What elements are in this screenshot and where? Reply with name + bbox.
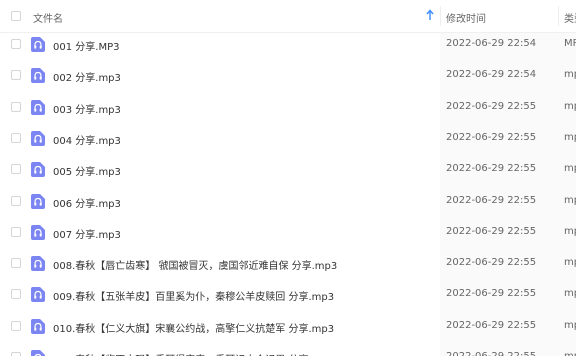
file-modified-time: 2022-06-29 22:55 [446,225,537,237]
sort-arrow-up-icon[interactable] [426,8,434,22]
file-name[interactable]: 010.春秋【仁义大旗】宋襄公约战，高擎仁义抗楚军 分享.mp3 [53,320,334,335]
file-name[interactable]: 008.春秋【唇亡齿寒】 虢国被冒灭，虞国邻近难自保 分享.mp3 [53,257,337,272]
file-row[interactable]: 008.春秋【唇亡齿寒】 虢国被冒灭，虞国邻近难自保 分享.mp3 2022-06… [0,248,576,279]
row-checkbox[interactable] [11,320,21,331]
file-list: 文件名 修改时间 类型 001 分享.MP3 2022-06-29 22:54 MP… [0,0,576,356]
file-row[interactable]: 007 分享.mp3 2022-06-29 22:55 mp3 [0,217,576,248]
file-row[interactable]: 002 分享.mp3 2022-06-29 22:54 mp3 [0,60,576,91]
file-row[interactable]: 006 分享.mp3 2022-06-29 22:55 mp3 [0,186,576,217]
file-type: mp3 [564,288,576,300]
file-type: mp3 [564,319,576,331]
file-type: mp3 [564,69,576,81]
file-row[interactable]: 009.春秋【五张羊皮】百里奚为仆，秦穆公羊皮赎回 分享.mp3 2022-06-… [0,279,576,310]
file-type: MP3 [564,38,576,49]
file-modified-time: 2022-06-29 22:54 [446,69,537,81]
file-name[interactable]: 007 分享.mp3 [53,226,121,241]
file-type: mp3 [564,257,576,269]
headphones-icon [31,130,45,146]
file-row[interactable]: 011.春秋【临不中现】重耳得宠毒，重耳识大众识男 分享.mp3 2022-06-… [0,342,576,356]
file-type: mp3 [564,131,576,143]
headphones-icon [31,162,45,178]
file-name[interactable]: 009.春秋【五张羊皮】百里奚为仆，秦穆公羊皮赎回 分享.mp3 [53,288,334,303]
column-divider[interactable] [558,6,559,26]
file-name[interactable]: 006 分享.mp3 [53,195,121,210]
file-row[interactable]: 005 分享.mp3 2022-06-29 22:55 mp3 [0,154,576,185]
file-row[interactable]: 010.春秋【仁义大旗】宋襄公约战，高擎仁义抗楚军 分享.mp3 2022-06-… [0,311,576,342]
file-name[interactable]: 002 分享.mp3 [53,69,121,84]
row-checkbox[interactable] [11,258,21,269]
file-name[interactable]: 011.春秋【临不中现】重耳得宠毒，重耳识大众识男 分享.mp3 [53,351,334,356]
file-row[interactable]: 004 分享.mp3 2022-06-29 22:55 mp3 [0,123,576,154]
column-header-name[interactable]: 文件名 [33,10,63,25]
file-modified-time: 2022-06-29 22:55 [446,288,537,300]
file-modified-time: 2022-06-29 22:55 [446,194,537,206]
file-modified-time: 2022-06-29 22:55 [446,351,536,356]
row-checkbox[interactable] [11,289,21,300]
column-header-type[interactable]: 类型 [564,10,576,25]
file-modified-time: 2022-06-29 22:55 [446,163,537,175]
row-checkbox[interactable] [11,226,21,237]
headphones-icon [31,68,45,84]
headphones-icon [31,224,45,240]
headphones-icon [31,99,45,115]
row-checkbox[interactable] [11,70,21,81]
headphones-icon [31,350,45,356]
file-type: mp3 [564,194,576,206]
row-checkbox[interactable] [11,352,21,356]
file-name[interactable]: 004 分享.mp3 [53,132,121,147]
file-name[interactable]: 001 分享.MP3 [53,38,119,53]
headphones-icon [31,193,45,209]
select-all-checkbox[interactable] [11,11,21,21]
headphones-icon [31,318,45,334]
row-checkbox[interactable] [11,39,21,49]
file-type: mp3 [564,163,576,175]
file-modified-time: 2022-06-29 22:55 [446,131,537,143]
file-type: mp3 [564,225,576,237]
file-row[interactable]: 003 分享.mp3 2022-06-29 22:55 mp3 [0,92,576,123]
file-type: mp3 [564,100,576,112]
file-name[interactable]: 003 分享.mp3 [53,101,121,116]
file-name[interactable]: 005 分享.mp3 [53,163,121,178]
file-modified-time: 2022-06-29 22:54 [446,38,537,49]
row-checkbox[interactable] [11,195,21,206]
headphones-icon [31,256,45,272]
file-type: mp3 [564,351,576,356]
file-modified-time: 2022-06-29 22:55 [446,100,537,112]
row-checkbox[interactable] [11,101,21,112]
column-header-time[interactable]: 修改时间 [446,10,486,25]
file-modified-time: 2022-06-29 22:55 [446,257,537,269]
file-row[interactable]: 001 分享.MP3 2022-06-29 22:54 MP3 [0,29,576,60]
file-modified-time: 2022-06-29 22:55 [446,319,537,331]
row-checkbox[interactable] [11,132,21,143]
headphones-icon [31,287,45,303]
column-divider[interactable] [440,6,441,26]
headphones-icon [31,37,45,52]
row-checkbox[interactable] [11,164,21,175]
